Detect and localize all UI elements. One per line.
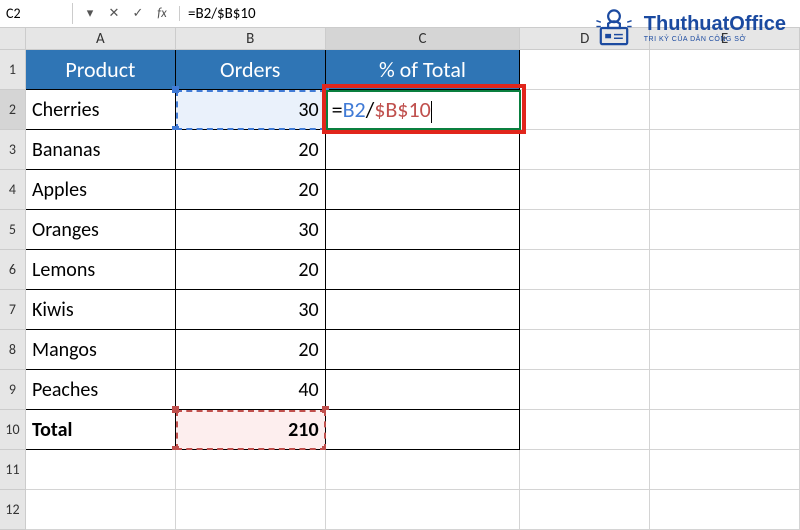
col-header-a[interactable]: A (26, 28, 176, 50)
cell-d2[interactable] (520, 90, 650, 130)
cell-a1[interactable]: Product (26, 50, 176, 90)
cell-e2[interactable] (650, 90, 800, 130)
enter-icon[interactable]: ✓ (131, 6, 145, 21)
cell-c2[interactable]: =B2/$B$10 (326, 90, 521, 130)
cell-c7[interactable] (326, 290, 521, 330)
cell-c4[interactable] (326, 170, 521, 210)
cell-a3[interactable]: Bananas (26, 130, 176, 170)
cell-d11[interactable] (520, 450, 650, 490)
cell-b8[interactable]: 20 (176, 330, 326, 370)
cell-d4[interactable] (520, 170, 650, 210)
cell-c8[interactable] (326, 330, 521, 370)
cell-c1[interactable]: % of Total (326, 50, 521, 90)
cell-c3[interactable] (326, 130, 521, 170)
row-header-4[interactable]: 4 (0, 170, 26, 210)
row-header-9[interactable]: 9 (0, 370, 26, 410)
cell-d7[interactable] (520, 290, 650, 330)
cell-e1[interactable] (650, 50, 800, 90)
col-header-c[interactable]: C (326, 28, 521, 50)
col-header-b[interactable]: B (176, 28, 326, 50)
cell-b11[interactable] (176, 450, 326, 490)
cell-b2-value: 30 (298, 98, 318, 122)
cell-b10-value: 210 (288, 418, 318, 442)
logo-icon (592, 6, 636, 50)
cell-b7[interactable]: 30 (176, 290, 326, 330)
cell-e3[interactable] (650, 130, 800, 170)
cell-d5[interactable] (520, 210, 650, 250)
row-header-7[interactable]: 7 (0, 290, 26, 330)
cell-a4[interactable]: Apples (26, 170, 176, 210)
cancel-icon[interactable]: ✕ (107, 6, 121, 21)
cell-c9[interactable] (326, 370, 521, 410)
cell-e10[interactable] (650, 410, 800, 450)
cell-b2[interactable]: 30 (176, 90, 326, 130)
cell-b10[interactable]: 210 (176, 410, 326, 450)
cell-d8[interactable] (520, 330, 650, 370)
cell-a12[interactable] (26, 490, 176, 530)
logo-text: ThuthuatOffice (644, 13, 786, 35)
name-box[interactable]: C2 (0, 3, 73, 24)
dropdown-icon[interactable]: ▾ (83, 6, 97, 21)
cell-b12[interactable] (176, 490, 326, 530)
cell-b4[interactable]: 20 (176, 170, 326, 210)
cell-b1[interactable]: Orders (176, 50, 326, 90)
logo-tagline: TRI KỶ CỦA DÂN CÔNG SỞ (644, 36, 786, 43)
row-header-10[interactable]: 10 (0, 410, 26, 450)
spreadsheet-grid: A B C D E 1 Product Orders % of Total 2 … (0, 28, 800, 530)
formula-display: =B2/$B$10 (332, 96, 432, 123)
cell-d6[interactable] (520, 250, 650, 290)
row-header-5[interactable]: 5 (0, 210, 26, 250)
fx-icon[interactable]: fx (155, 6, 169, 21)
cell-b6[interactable]: 20 (176, 250, 326, 290)
cell-e7[interactable] (650, 290, 800, 330)
row-header-11[interactable]: 11 (0, 450, 26, 490)
cell-a2[interactable]: Cherries (26, 90, 176, 130)
formula-bar-buttons: ▾ ✕ ✓ fx (73, 6, 180, 21)
cell-b9[interactable]: 40 (176, 370, 326, 410)
cell-a11[interactable] (26, 450, 176, 490)
cell-d9[interactable] (520, 370, 650, 410)
row-header-6[interactable]: 6 (0, 250, 26, 290)
cell-e8[interactable] (650, 330, 800, 370)
cell-a10[interactable]: Total (26, 410, 176, 450)
logo: ThuthuatOffice TRI KỶ CỦA DÂN CÔNG SỞ (592, 6, 786, 50)
cell-e12[interactable] (650, 490, 800, 530)
cell-e9[interactable] (650, 370, 800, 410)
cell-a7[interactable]: Kiwis (26, 290, 176, 330)
cell-d1[interactable] (520, 50, 650, 90)
row-header-12[interactable]: 12 (0, 490, 26, 530)
cell-e4[interactable] (650, 170, 800, 210)
cell-d10[interactable] (520, 410, 650, 450)
cell-d12[interactable] (520, 490, 650, 530)
cell-c11[interactable] (326, 450, 521, 490)
cell-a6[interactable]: Lemons (26, 250, 176, 290)
cell-a5[interactable]: Oranges (26, 210, 176, 250)
row-header-1[interactable]: 1 (0, 50, 26, 90)
cell-b5[interactable]: 30 (176, 210, 326, 250)
cell-a9[interactable]: Peaches (26, 370, 176, 410)
cell-d3[interactable] (520, 130, 650, 170)
row-header-8[interactable]: 8 (0, 330, 26, 370)
cell-e5[interactable] (650, 210, 800, 250)
row-header-2[interactable]: 2 (0, 90, 26, 130)
cell-c10[interactable] (326, 410, 521, 450)
select-all-corner[interactable] (0, 28, 26, 50)
cell-e11[interactable] (650, 450, 800, 490)
row-header-3[interactable]: 3 (0, 130, 26, 170)
cell-a8[interactable]: Mangos (26, 330, 176, 370)
cell-b3[interactable]: 20 (176, 130, 326, 170)
cell-e6[interactable] (650, 250, 800, 290)
cell-c12[interactable] (326, 490, 521, 530)
cell-c5[interactable] (326, 210, 521, 250)
cell-c6[interactable] (326, 250, 521, 290)
